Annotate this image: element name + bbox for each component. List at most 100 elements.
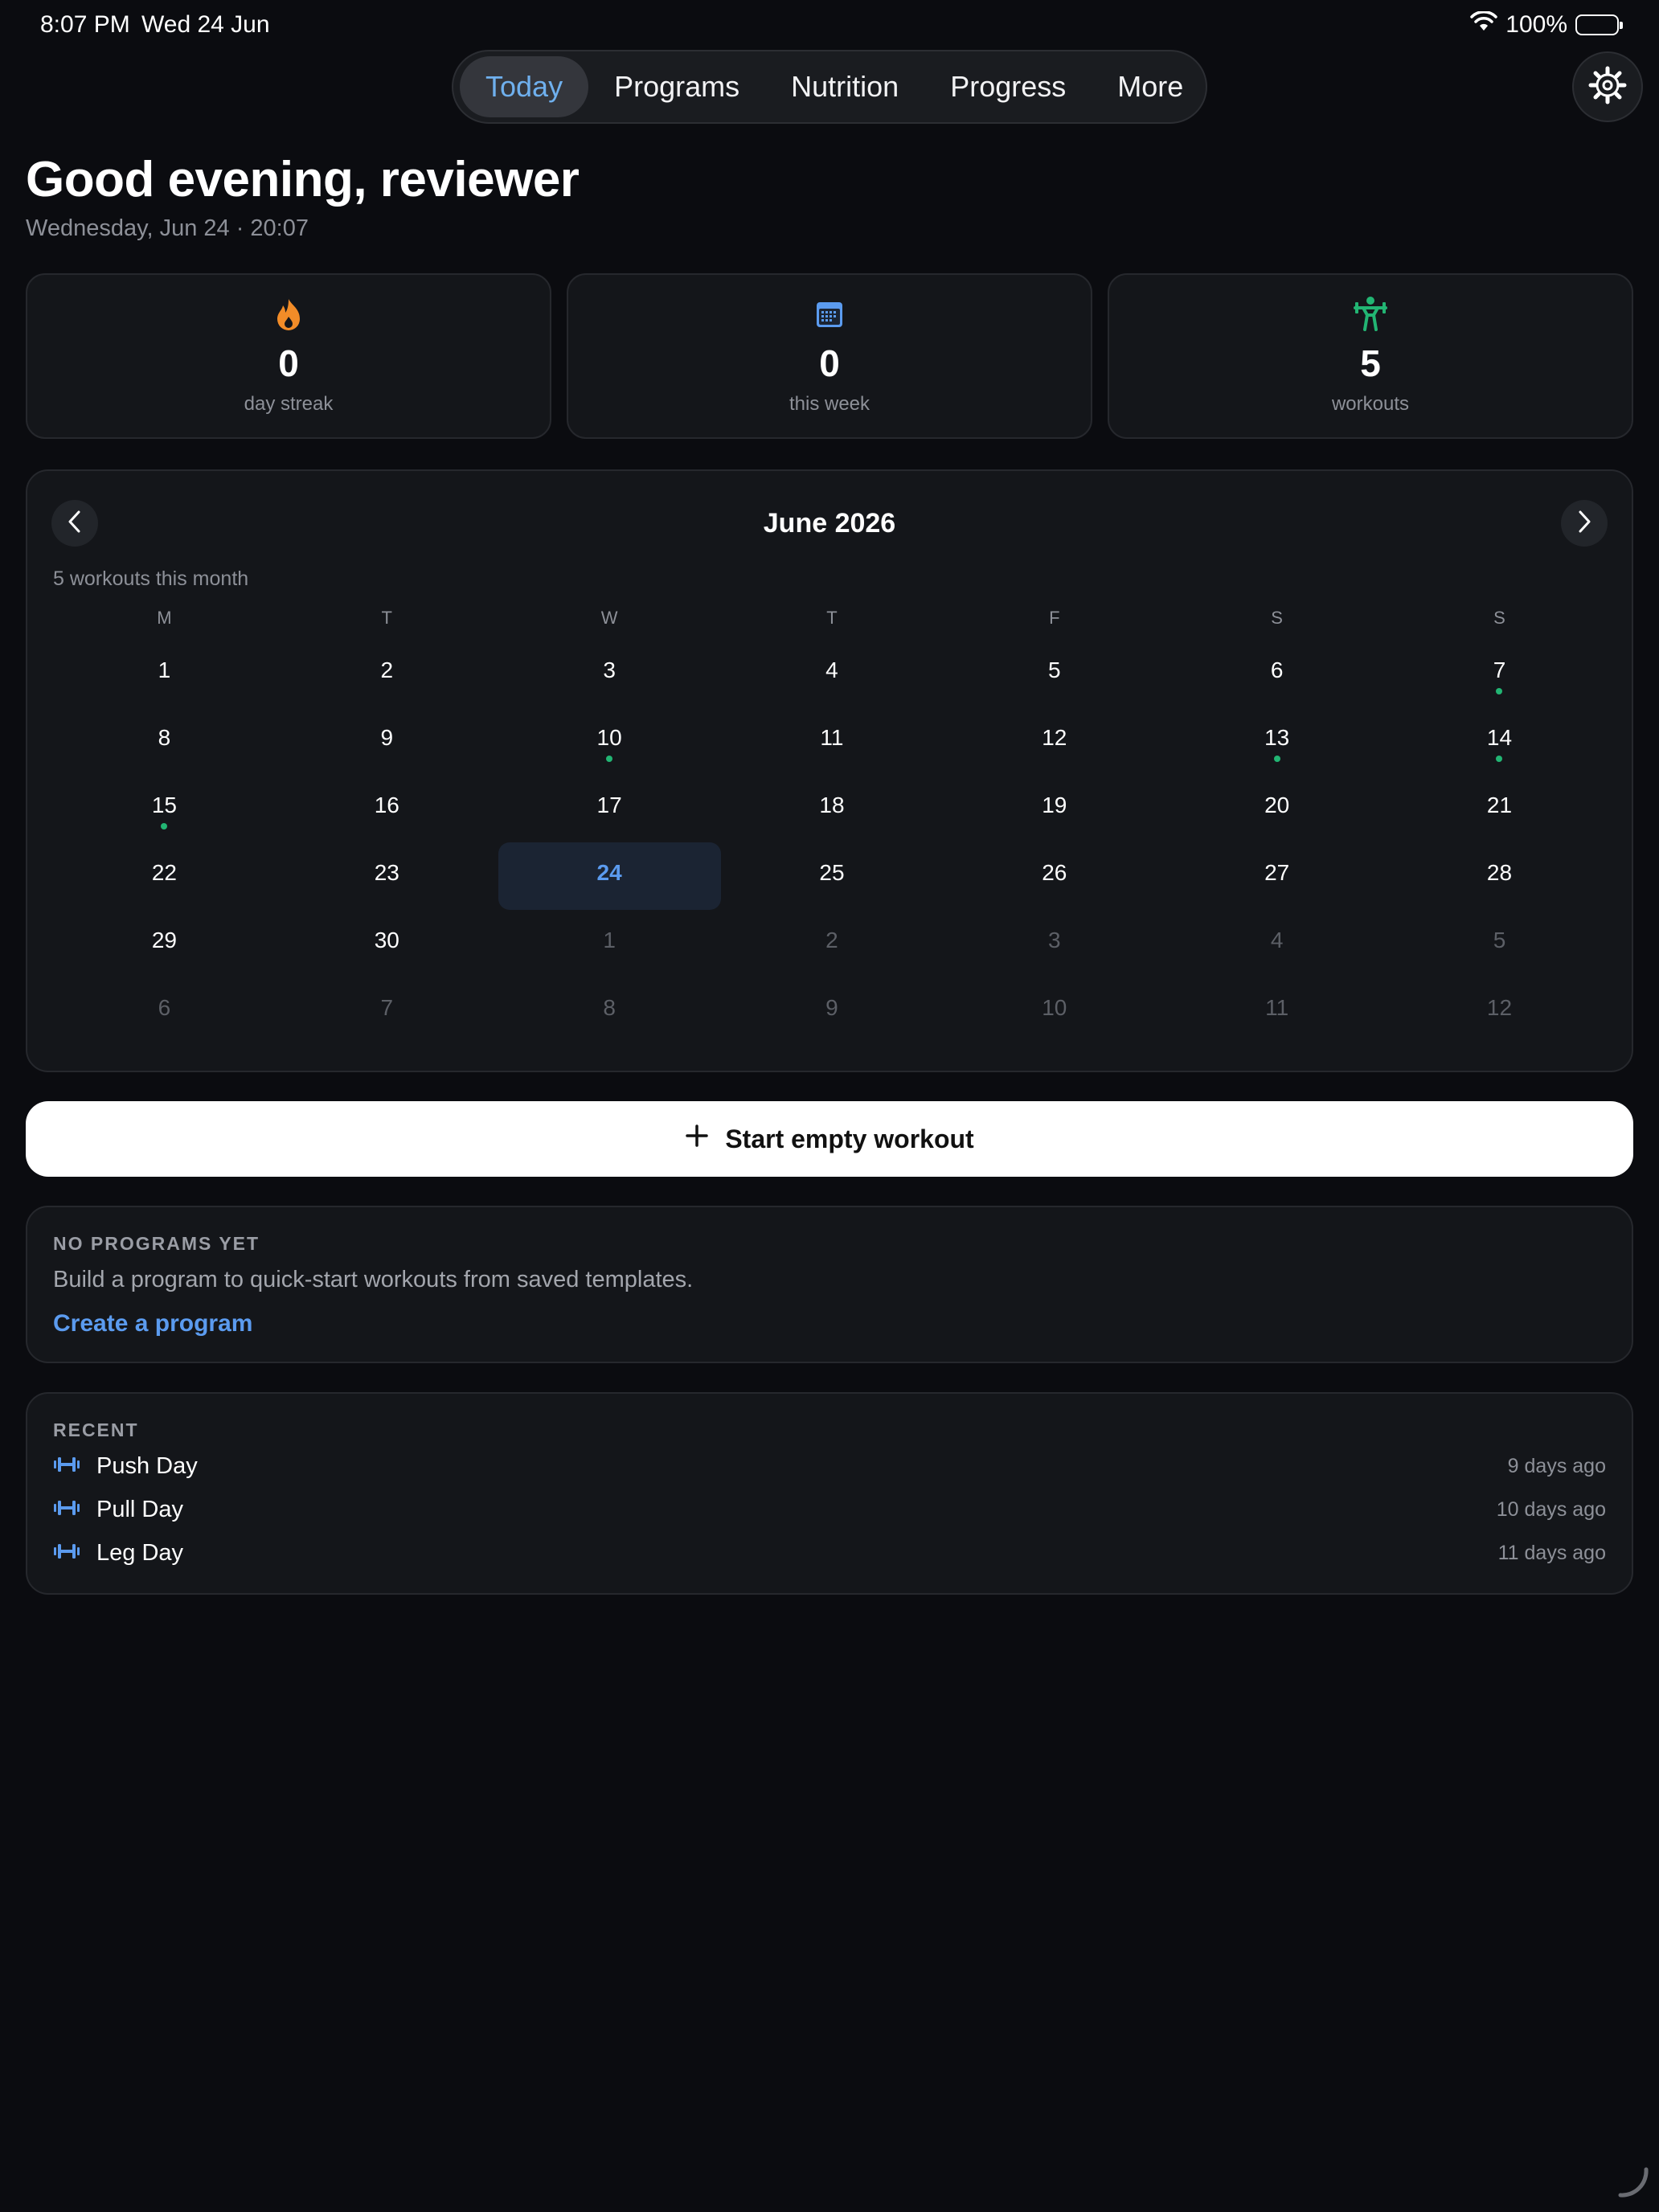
recent-workout-row[interactable]: Leg Day 11 days ago — [53, 1535, 1606, 1571]
calendar-day[interactable]: 7 — [276, 977, 498, 1045]
workout-dot-icon — [1496, 688, 1503, 694]
calendar-day[interactable]: 14 — [1388, 707, 1611, 775]
weightlifter-icon — [1352, 297, 1389, 332]
recent-workout-row[interactable]: Pull Day 10 days ago — [53, 1492, 1606, 1527]
calendar-day[interactable]: 26 — [943, 842, 1165, 910]
recent-workout-time: 10 days ago — [1496, 1497, 1606, 1521]
status-time: 8:07 PM — [40, 11, 130, 38]
calendar-day[interactable]: 23 — [276, 842, 498, 910]
dumbbell-icon — [53, 1456, 80, 1477]
programs-section-label: NO PROGRAMS YET — [53, 1233, 260, 1254]
start-button-label: Start empty workout — [725, 1124, 974, 1153]
calendar-day[interactable]: 10 — [498, 707, 721, 775]
calendar-day[interactable]: 2 — [721, 910, 944, 977]
day-number: 18 — [819, 793, 845, 817]
calendar-week: 8 9 10 11 12 13 14 — [53, 707, 1611, 775]
calendar-day[interactable]: 8 — [53, 707, 276, 775]
day-number: 4 — [825, 657, 838, 682]
calendar-day[interactable]: 1 — [498, 910, 721, 977]
battery-percent: 100% — [1505, 11, 1567, 38]
day-number: 19 — [1042, 793, 1067, 817]
stat-card-streak: 0 day streak — [26, 273, 551, 439]
stat-label: this week — [789, 393, 870, 415]
day-number: 5 — [1493, 928, 1506, 952]
recent-workout-row[interactable]: Push Day 9 days ago — [53, 1448, 1606, 1484]
day-number: 17 — [596, 793, 622, 817]
day-number: 6 — [158, 995, 171, 1020]
calendar-day[interactable]: 1 — [53, 640, 276, 707]
calendar-day-today[interactable]: 24 — [498, 842, 721, 910]
calendar-day[interactable]: 11 — [1165, 977, 1388, 1045]
calendar-day[interactable]: 9 — [276, 707, 498, 775]
calendar-day[interactable]: 19 — [943, 775, 1165, 842]
weekday-label: W — [600, 608, 618, 628]
calendar-day[interactable]: 11 — [721, 707, 944, 775]
workout-dot-icon — [161, 823, 168, 830]
calendar-day[interactable]: 12 — [1388, 977, 1611, 1045]
settings-button[interactable] — [1572, 51, 1643, 122]
calendar-day[interactable]: 6 — [53, 977, 276, 1045]
calendar-day[interactable]: 22 — [53, 842, 276, 910]
programs-description: Build a program to quick-start workouts … — [53, 1267, 694, 1292]
workout-dot-icon — [606, 756, 613, 762]
calendar-day[interactable]: 5 — [943, 640, 1165, 707]
day-number: 2 — [380, 657, 394, 682]
calendar-day[interactable]: 8 — [498, 977, 721, 1045]
tab-today[interactable]: Today — [460, 56, 589, 117]
calendar-day[interactable]: 4 — [1165, 910, 1388, 977]
day-number: 7 — [1493, 657, 1506, 682]
recent-workout-time: 9 days ago — [1507, 1454, 1606, 1477]
day-number: 15 — [151, 793, 177, 817]
calendar-day[interactable]: 20 — [1165, 775, 1388, 842]
day-number: 23 — [374, 860, 399, 885]
calendar-day[interactable]: 18 — [721, 775, 944, 842]
day-number: 8 — [158, 725, 171, 750]
day-number: 6 — [1270, 657, 1284, 682]
calendar-day[interactable]: 12 — [943, 707, 1165, 775]
day-number: 26 — [1042, 860, 1067, 885]
calendar-day[interactable]: 21 — [1388, 775, 1611, 842]
calendar-day[interactable]: 3 — [943, 910, 1165, 977]
calendar-day[interactable]: 13 — [1165, 707, 1388, 775]
month-calendar: June 2026 5 workouts this month MTWTFSS … — [26, 469, 1633, 1072]
recent-workout-name: Pull Day — [96, 1496, 183, 1522]
calendar-day[interactable]: 6 — [1165, 640, 1388, 707]
calendar-day[interactable]: 5 — [1388, 910, 1611, 977]
weekday-label: T — [826, 608, 838, 628]
day-number: 8 — [603, 995, 616, 1020]
calendar-week: 29 30 1 2 3 4 5 — [53, 910, 1611, 977]
calendar-day[interactable]: 4 — [721, 640, 944, 707]
day-number: 14 — [1486, 725, 1513, 750]
calendar-day[interactable]: 2 — [276, 640, 498, 707]
day-number: 27 — [1264, 860, 1290, 885]
tab-nutrition[interactable]: Nutrition — [765, 56, 924, 117]
calendar-day[interactable]: 29 — [53, 910, 276, 977]
recent-workout-time: 11 days ago — [1497, 1541, 1606, 1564]
calendar-day[interactable]: 9 — [721, 977, 944, 1045]
calendar-day[interactable]: 3 — [498, 640, 721, 707]
calendar-day[interactable]: 30 — [276, 910, 498, 977]
stat-value: 0 — [278, 342, 299, 384]
day-number: 20 — [1264, 793, 1290, 817]
calendar-day[interactable]: 27 — [1165, 842, 1388, 910]
calendar-day[interactable]: 7 — [1388, 640, 1611, 707]
weekday-label: M — [157, 608, 172, 628]
calendar-day[interactable]: 16 — [276, 775, 498, 842]
calendar-day[interactable]: 17 — [498, 775, 721, 842]
tab-programs[interactable]: Programs — [588, 56, 765, 117]
create-program-link[interactable]: Create a program — [53, 1310, 252, 1337]
next-month-button[interactable] — [1561, 500, 1608, 547]
day-number: 9 — [825, 995, 838, 1020]
day-number: 30 — [374, 928, 399, 952]
start-empty-workout-button[interactable]: Start empty workout — [26, 1101, 1633, 1177]
plus-icon — [685, 1124, 709, 1154]
calendar-day[interactable]: 25 — [721, 842, 944, 910]
calendar-day[interactable]: 28 — [1388, 842, 1611, 910]
tab-bar: Today Programs Nutrition Progress More — [452, 50, 1207, 124]
calendar-day[interactable]: 10 — [943, 977, 1165, 1045]
tab-more[interactable]: More — [1092, 56, 1209, 117]
tab-progress[interactable]: Progress — [924, 56, 1092, 117]
calendar-day[interactable]: 15 — [53, 775, 276, 842]
calendar-week: 15 16 17 18 19 20 21 — [53, 775, 1611, 842]
recent-workout-name: Push Day — [96, 1452, 198, 1479]
